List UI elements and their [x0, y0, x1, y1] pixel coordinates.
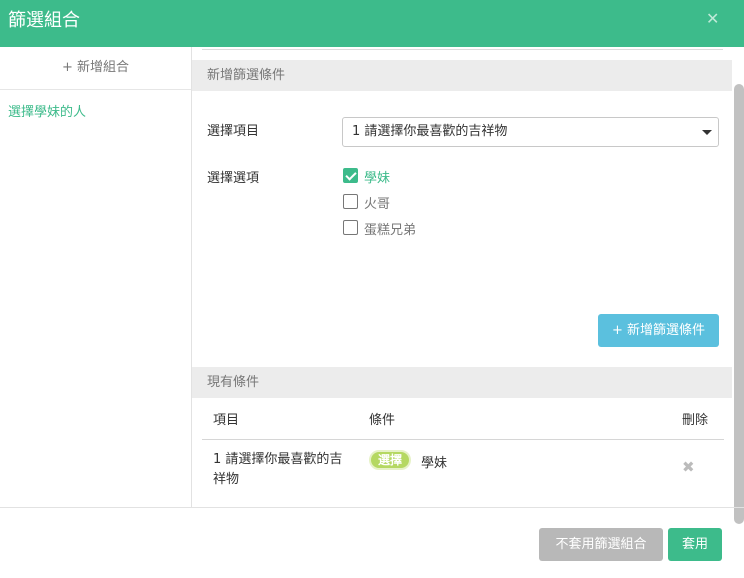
filter-combo-modal: 篩選組合 ✕ + 新增組合 選擇學妹的人 新增篩選條件 選擇項目 1 請選擇你最… [0, 0, 744, 578]
column-header-item: 項目 [213, 413, 240, 428]
condition-type-badge: 選擇 [369, 450, 412, 470]
divider [202, 49, 723, 50]
checkbox-icon[interactable] [343, 194, 358, 209]
item-label: 選擇項目 [207, 124, 260, 139]
scrollbar[interactable] [734, 84, 744, 524]
filter-content: 新增篩選條件 選擇項目 1 請選擇你最喜歡的吉祥物 選擇選項 學妹 火哥 蛋糕兄… [192, 47, 744, 508]
item-select[interactable]: 1 請選擇你最喜歡的吉祥物 [342, 117, 719, 147]
caret-down-icon [702, 130, 712, 135]
option-label-text: 火哥 [364, 197, 391, 212]
column-header-delete: 刪除 [682, 413, 709, 428]
close-icon[interactable]: ✕ [706, 9, 719, 29]
modal-header: 篩選組合 ✕ [0, 0, 744, 47]
table-divider [202, 439, 724, 440]
modal-title: 篩選組合 [8, 10, 80, 31]
apply-button[interactable]: 套用 [668, 528, 722, 561]
column-header-condition: 條件 [369, 413, 396, 428]
condition-item-text: 1 請選擇你最喜歡的吉祥物 [213, 452, 343, 487]
sidebar-item-group[interactable]: 選擇學妹的人 [8, 101, 86, 120]
new-condition-section-title: 新增篩選條件 [192, 60, 732, 91]
checkbox-icon[interactable] [343, 220, 358, 235]
group-sidebar: + 新增組合 選擇學妹的人 [0, 47, 192, 508]
checkbox-checked-icon[interactable] [343, 168, 358, 183]
item-select-value: 1 請選擇你最喜歡的吉祥物 [352, 124, 508, 139]
option-label-text: 學妹 [364, 171, 391, 186]
existing-condition-section-title: 現有條件 [192, 367, 732, 398]
option-label: 選擇選項 [207, 171, 260, 186]
delete-icon[interactable]: ✖ [682, 460, 695, 475]
footer-divider [0, 507, 744, 508]
condition-value: 學妹 [421, 456, 448, 471]
no-apply-button[interactable]: 不套用篩選組合 [539, 528, 663, 561]
add-group-button[interactable]: + 新增組合 [0, 47, 191, 90]
option-label-text: 蛋糕兄弟 [364, 223, 417, 238]
add-condition-button[interactable]: + 新增篩選條件 [598, 314, 719, 347]
